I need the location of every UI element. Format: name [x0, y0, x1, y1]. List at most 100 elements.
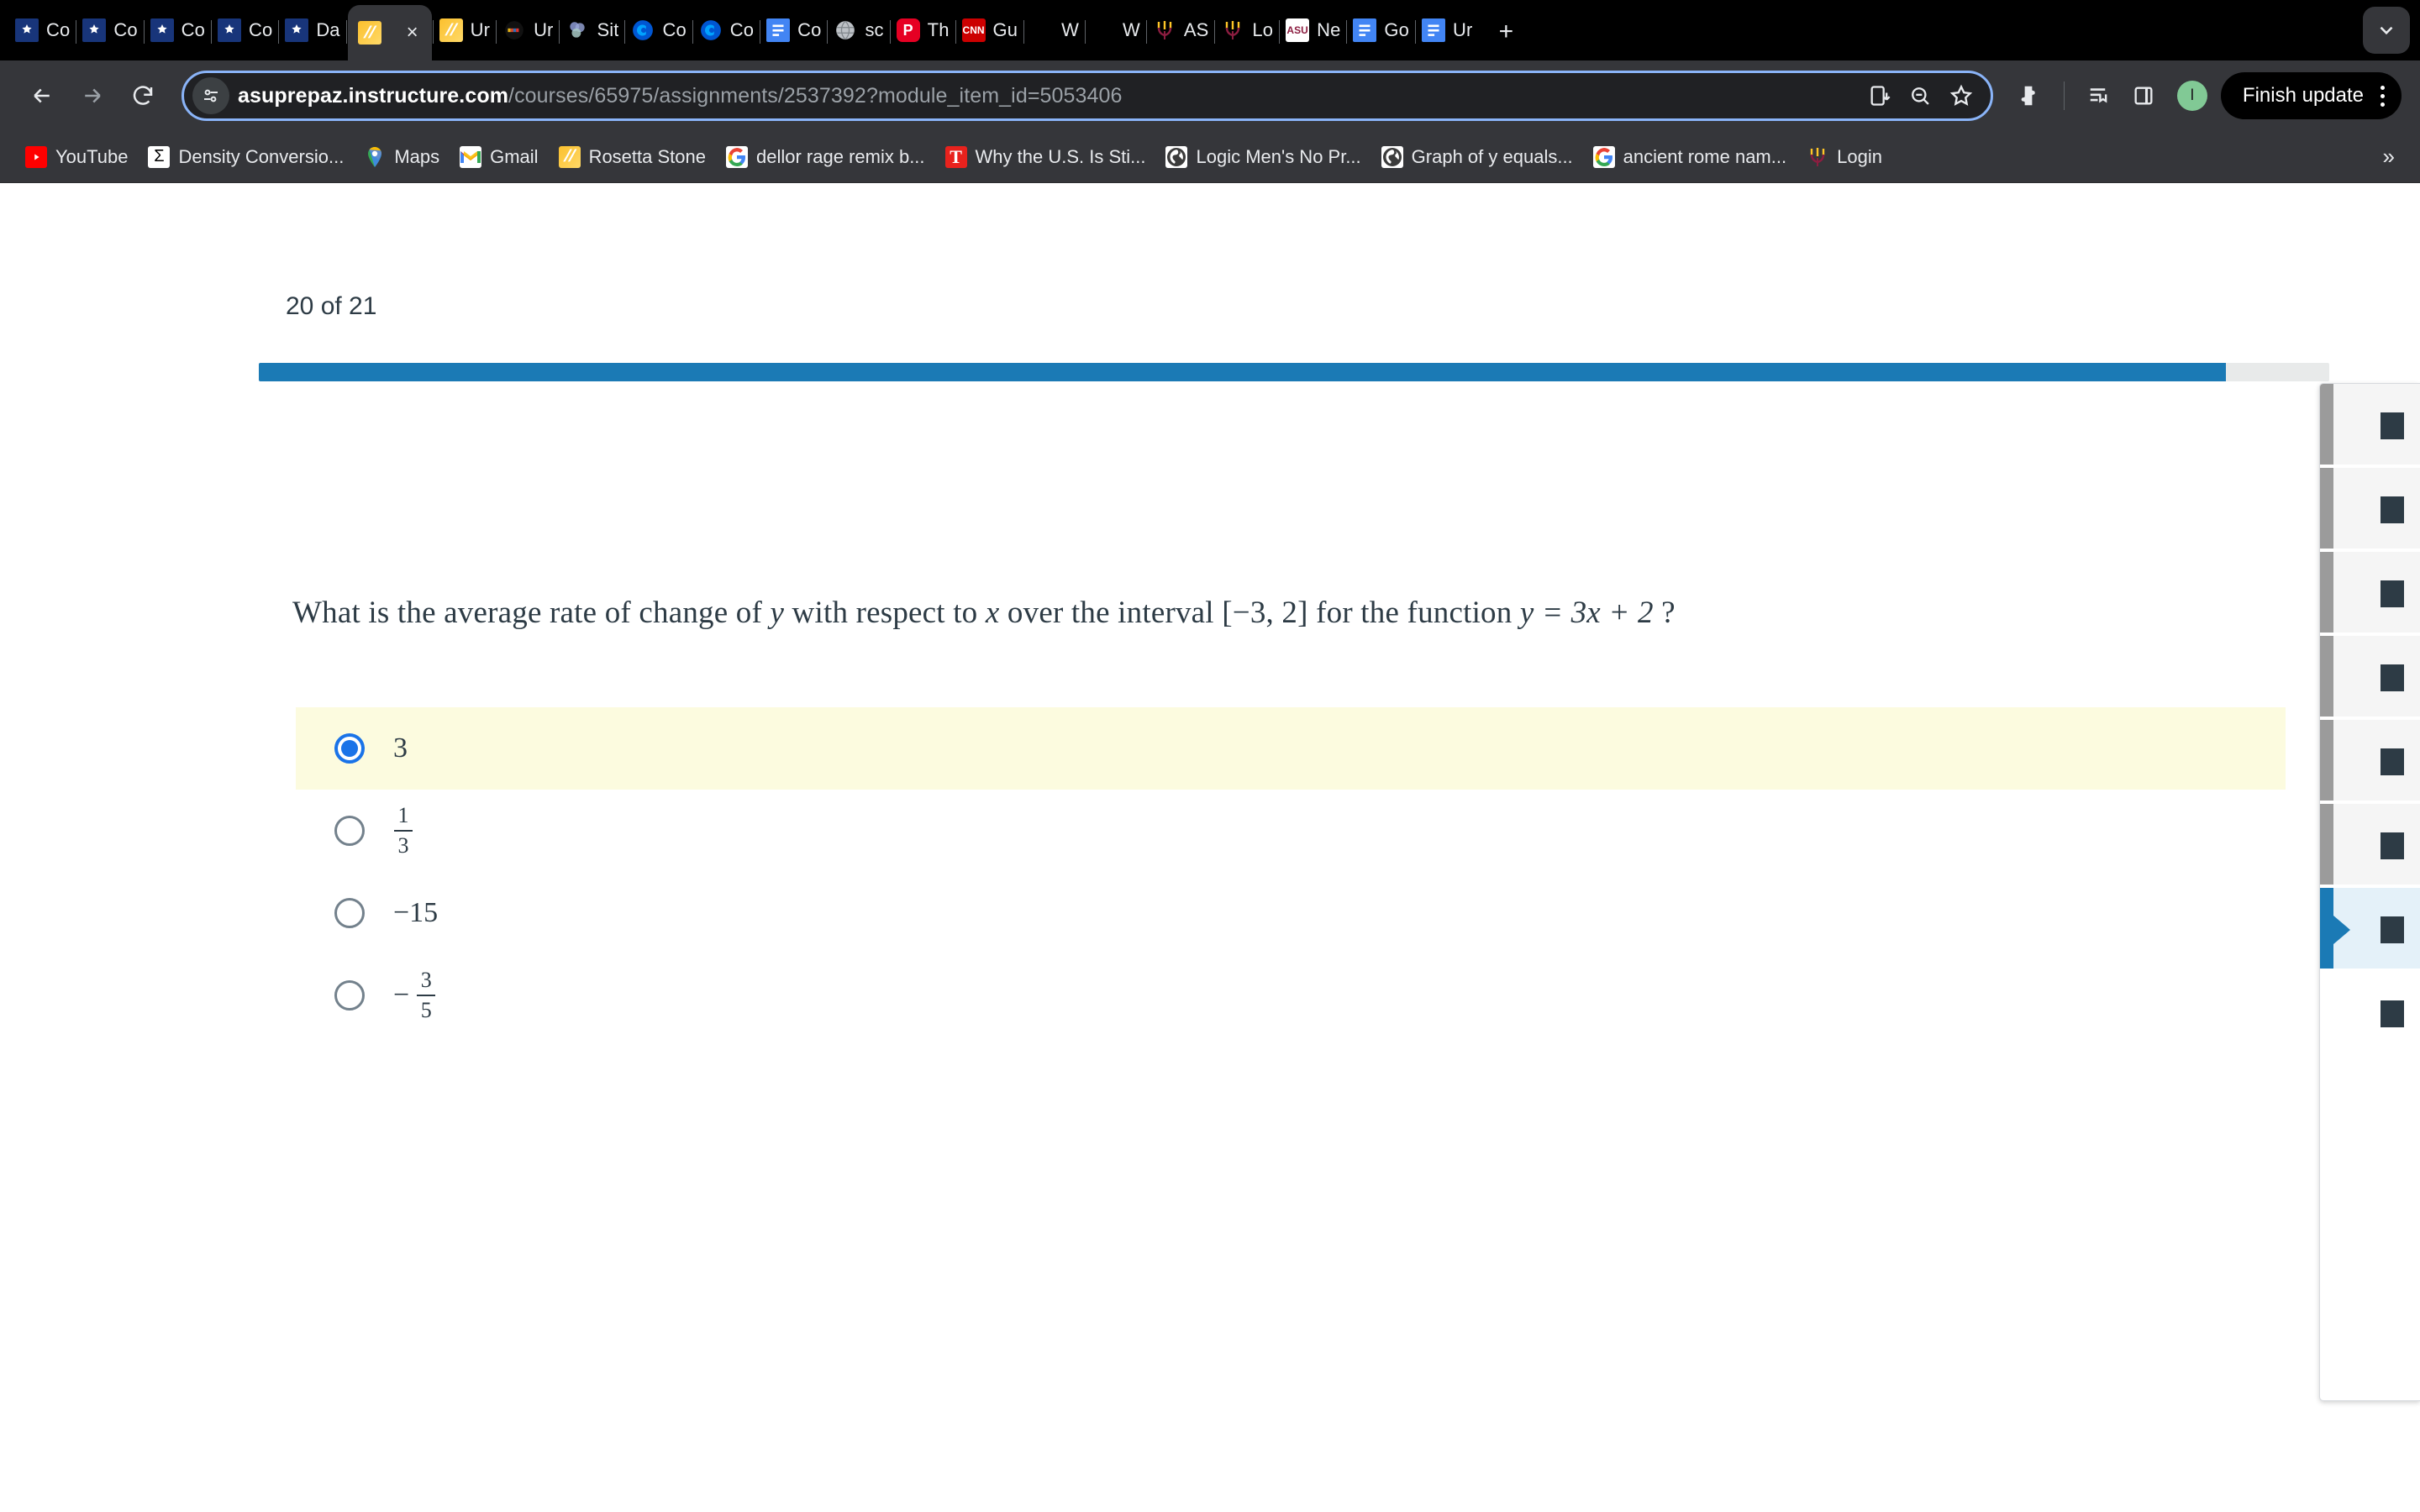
- profile-avatar[interactable]: I: [2176, 81, 2207, 111]
- current-question-arrow-icon: [2333, 916, 2350, 944]
- tab-title: Ur: [534, 19, 554, 40]
- bookmark-item[interactable]: Logic Men's No Pr...: [1155, 141, 1370, 173]
- canvas-icon: [150, 18, 174, 42]
- browser-tab[interactable]: W: [1025, 0, 1084, 60]
- question-nav-item[interactable]: [2320, 468, 2420, 552]
- browser-tab[interactable]: // Ur: [434, 0, 495, 60]
- youtube-icon: [25, 145, 47, 168]
- question-part-1: What is the average rate of change of: [292, 596, 771, 630]
- extensions-button[interactable]: [2008, 76, 2049, 116]
- bookmark-item[interactable]: // Rosetta Stone: [549, 141, 716, 173]
- back-button[interactable]: [18, 72, 66, 119]
- question-nav-item[interactable]: [2320, 636, 2420, 720]
- answer-options-list: 3 1 3 −15 −3 5: [296, 707, 2286, 1037]
- tab-separator: [143, 20, 145, 44]
- tab-search-button[interactable]: [2363, 7, 2410, 54]
- zoom-button[interactable]: [1908, 84, 1932, 108]
- answer-option-text: −15: [393, 897, 439, 928]
- question-nav-item[interactable]: [2320, 972, 2420, 1056]
- question-nav-item[interactable]: [2320, 384, 2420, 468]
- bookmark-page-button[interactable]: [1949, 83, 1974, 108]
- tab-separator: [1023, 20, 1025, 44]
- reload-button[interactable]: [119, 72, 166, 119]
- bookmark-item[interactable]: Login: [1797, 141, 1892, 173]
- asu-logo-icon: ASU: [1286, 18, 1310, 42]
- answer-option[interactable]: 3: [296, 707, 2286, 790]
- question-function: y = 3x + 2: [1519, 596, 1654, 630]
- url-host: asuprepaz.instructure.com: [238, 83, 509, 108]
- side-panel-button[interactable]: [2123, 76, 2164, 116]
- browser-tab[interactable]: Go: [1348, 0, 1414, 60]
- google-maps-icon: [364, 146, 386, 168]
- gmail-icon: [460, 145, 482, 168]
- page-content: 20 of 21 What is the average rate of cha…: [0, 185, 2420, 1512]
- tab-title: Co: [797, 19, 822, 40]
- tab-title: Sit: [597, 19, 619, 40]
- tab-separator: [496, 20, 497, 44]
- forward-button[interactable]: [69, 72, 116, 119]
- rosetta-stone-icon: //: [439, 18, 463, 42]
- browser-tab[interactable]: Co: [213, 0, 277, 60]
- omnibox-actions: [1868, 83, 1981, 108]
- question-nav-item[interactable]: [2320, 552, 2420, 636]
- bookmarks-overflow-button[interactable]: »: [2373, 139, 2405, 175]
- browser-tab[interactable]: AS: [1148, 0, 1214, 60]
- tab-separator: [432, 20, 434, 44]
- bookmark-item[interactable]: YouTube: [15, 141, 138, 173]
- question-navigation-panel[interactable]: [2319, 383, 2420, 1401]
- finish-update-button[interactable]: Finish update: [2220, 72, 2402, 119]
- radio-button[interactable]: [334, 898, 365, 928]
- install-app-button[interactable]: [1868, 84, 1891, 108]
- browser-tab[interactable]: ASU Ne: [1281, 0, 1345, 60]
- question-nav-item[interactable]: [2320, 804, 2420, 888]
- asu-pitchfork-icon: [1221, 18, 1244, 42]
- fraction-numerator: 1: [397, 802, 409, 827]
- answer-option[interactable]: −3 5: [296, 954, 2286, 1037]
- browser-tab[interactable]: Co: [761, 0, 826, 60]
- bookmark-item[interactable]: dellor rage remix b...: [716, 141, 935, 173]
- bookmark-label: YouTube: [55, 145, 129, 167]
- tab-close-button[interactable]: ×: [402, 23, 424, 43]
- bookmark-item[interactable]: ancient rome nam...: [1583, 141, 1797, 173]
- reading-list-button[interactable]: [2080, 76, 2120, 116]
- browser-tab[interactable]: CNN Gu: [957, 0, 1023, 60]
- bookmark-item[interactable]: Graph of y equals...: [1371, 141, 1583, 173]
- browser-tab[interactable]: Co: [77, 0, 142, 60]
- kebab-menu-icon[interactable]: [2375, 85, 2390, 107]
- browser-tab[interactable]: P Th: [892, 0, 955, 60]
- question-nav-item[interactable]: [2320, 888, 2420, 972]
- radio-button-selected[interactable]: [334, 733, 365, 764]
- address-bar[interactable]: asuprepaz.instructure.com/courses/65975/…: [182, 71, 1993, 121]
- bookmark-item[interactable]: Maps: [354, 141, 450, 173]
- radio-button[interactable]: [334, 980, 365, 1011]
- radio-button[interactable]: [334, 816, 365, 846]
- bookmark-item[interactable]: Gmail: [450, 141, 548, 173]
- answer-option[interactable]: −15: [296, 872, 2286, 954]
- google-icon: [726, 145, 748, 168]
- browser-tab[interactable]: Lo: [1216, 0, 1278, 60]
- browser-tab[interactable]: Ur: [497, 0, 558, 60]
- blank-icon: [1092, 18, 1115, 42]
- answer-option[interactable]: 13: [296, 790, 2286, 872]
- site-info-button[interactable]: [192, 77, 229, 114]
- time-icon: T: [944, 145, 967, 168]
- bookmark-item[interactable]: T Why the U.S. Is Sti...: [935, 141, 1156, 173]
- new-tab-button[interactable]: +: [1486, 12, 1526, 52]
- browser-tab-active[interactable]: // ×: [347, 5, 432, 60]
- question-nav-item[interactable]: [2320, 720, 2420, 804]
- browser-tab[interactable]: sc: [829, 0, 888, 60]
- browser-tab[interactable]: Co: [145, 0, 210, 60]
- bookmark-label: Why the U.S. Is Sti...: [975, 145, 1146, 167]
- browser-tab[interactable]: Co: [694, 0, 759, 60]
- tab-strip: Co Co Co Co Da // × // Ur Ur Sit Co Co Co sc P Th CNN Gu W W…: [0, 0, 2420, 60]
- bookmark-label: Maps: [394, 145, 440, 167]
- browser-tab[interactable]: Co: [626, 0, 691, 60]
- browser-tab[interactable]: W: [1086, 0, 1145, 60]
- bookmark-item[interactable]: Σ Density Conversio...: [138, 141, 354, 173]
- unsplash-icon: [502, 18, 527, 42]
- browser-tab[interactable]: Da: [280, 0, 345, 60]
- browser-tab[interactable]: Co: [10, 0, 75, 60]
- browser-tab[interactable]: Ur: [1417, 0, 1477, 60]
- tab-separator: [827, 20, 829, 44]
- browser-tab[interactable]: Sit: [560, 0, 623, 60]
